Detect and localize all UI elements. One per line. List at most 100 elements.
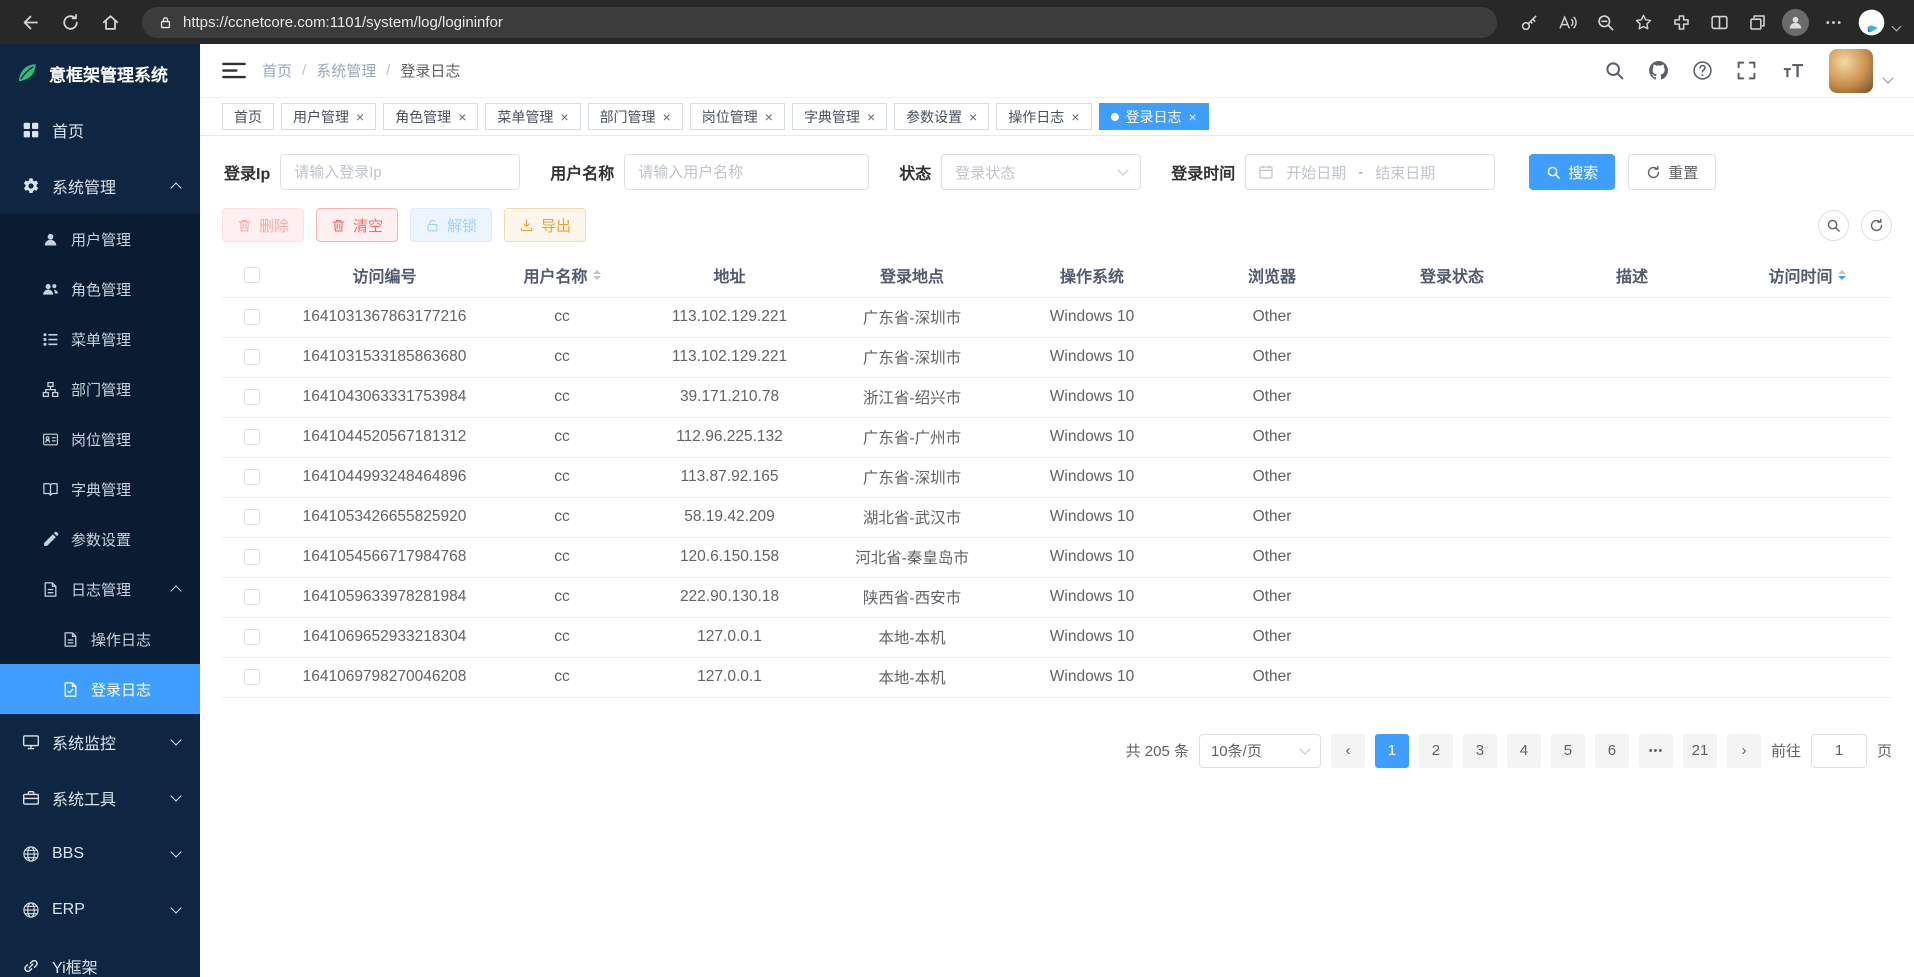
sidebar-item[interactable]: 登录日志 <box>0 664 200 714</box>
sidebar-item[interactable]: 首页 <box>0 102 200 158</box>
help-button[interactable] <box>1692 60 1713 81</box>
row-checkbox[interactable] <box>244 589 260 605</box>
prev-page-button[interactable]: ‹ <box>1331 734 1365 768</box>
export-button[interactable]: 导出 <box>504 208 586 242</box>
sidebar-item[interactable]: 用户管理 <box>0 214 200 264</box>
close-icon[interactable]: × <box>1189 110 1197 124</box>
browser-menu-button[interactable] <box>1815 5 1851 39</box>
sidebar-item[interactable]: Yi框架 <box>0 938 200 977</box>
close-icon[interactable]: × <box>663 110 671 124</box>
user-avatar[interactable] <box>1829 49 1873 93</box>
tab[interactable]: 字典管理 × <box>792 103 887 130</box>
breadcrumb-item[interactable]: 首页 <box>262 60 292 81</box>
browser-refresh-button[interactable] <box>52 5 88 39</box>
row-checkbox[interactable] <box>244 309 260 325</box>
page-button[interactable]: ••• <box>1639 734 1673 768</box>
tab[interactable]: 部门管理 × <box>588 103 683 130</box>
reset-button[interactable]: 重置 <box>1628 154 1716 190</box>
tab[interactable]: 菜单管理 × <box>485 103 580 130</box>
page-button[interactable]: 4 <box>1507 734 1541 768</box>
copilot-bing-button[interactable] <box>1853 5 1889 39</box>
row-checkbox[interactable] <box>244 669 260 685</box>
tab[interactable]: 岗位管理 × <box>690 103 785 130</box>
login-log-icon <box>62 681 79 698</box>
page-button[interactable]: 2 <box>1419 734 1453 768</box>
sort-carets-icon[interactable] <box>1838 266 1846 284</box>
sidebar-item[interactable]: 参数设置 <box>0 514 200 564</box>
close-icon[interactable]: × <box>867 110 875 124</box>
toggle-search-button[interactable] <box>1818 210 1849 241</box>
row-checkbox[interactable] <box>244 549 260 565</box>
next-page-button[interactable]: › <box>1727 734 1761 768</box>
login-ip-input[interactable] <box>280 154 520 190</box>
fullscreen-button[interactable] <box>1736 60 1757 81</box>
date-range-picker[interactable]: 开始日期 - 结束日期 <box>1245 154 1495 190</box>
close-icon[interactable]: × <box>765 110 773 124</box>
close-icon[interactable]: × <box>356 110 364 124</box>
goto-page-input[interactable] <box>1811 734 1867 768</box>
status-select[interactable]: 登录状态 <box>941 154 1141 190</box>
page-button[interactable]: 5 <box>1551 734 1585 768</box>
close-icon[interactable]: × <box>458 110 466 124</box>
split-screen-button[interactable] <box>1701 5 1737 39</box>
font-size-button[interactable] <box>1780 60 1806 81</box>
tab[interactable]: 操作日志 × <box>996 103 1091 130</box>
sidebar-item[interactable]: 系统工具 <box>0 770 200 826</box>
header-search-button[interactable] <box>1604 60 1625 81</box>
row-checkbox[interactable] <box>244 349 260 365</box>
chevron-down-icon[interactable] <box>1882 72 1893 83</box>
tab[interactable]: 用户管理 × <box>281 103 376 130</box>
unlock-button[interactable]: 解锁 <box>410 208 492 242</box>
row-checkbox[interactable] <box>244 629 260 645</box>
password-key-button[interactable] <box>1511 5 1547 39</box>
sort-carets-icon[interactable] <box>593 266 601 284</box>
zoom-button[interactable] <box>1587 5 1623 39</box>
address-bar[interactable]: https://ccnetcore.com:1101/system/log/lo… <box>142 7 1497 38</box>
read-aloud-button[interactable] <box>1549 5 1585 39</box>
page-button[interactable]: 1 <box>1375 734 1409 768</box>
cell-login-location: 河北省-秦皇岛市 <box>822 537 1002 577</box>
breadcrumb-item[interactable]: 系统管理 <box>316 60 376 81</box>
favorites-button[interactable] <box>1625 5 1661 39</box>
sidebar-item[interactable]: 字典管理 <box>0 464 200 514</box>
page-button[interactable]: 3 <box>1463 734 1497 768</box>
sidebar-item[interactable]: 操作日志 <box>0 614 200 664</box>
search-button[interactable]: 搜索 <box>1529 154 1615 190</box>
row-checkbox[interactable] <box>244 389 260 405</box>
github-button[interactable] <box>1648 60 1669 81</box>
sidebar-item[interactable]: ERP <box>0 882 200 938</box>
sidebar-item[interactable]: BBS <box>0 826 200 882</box>
delete-button[interactable]: 删除 <box>222 208 304 242</box>
sidebar-item[interactable]: 日志管理 <box>0 564 200 614</box>
page-button[interactable]: 6 <box>1595 734 1629 768</box>
sidebar-item[interactable]: 岗位管理 <box>0 414 200 464</box>
sidebar-item[interactable]: 系统监控 <box>0 714 200 770</box>
extensions-button[interactable] <box>1663 5 1699 39</box>
row-checkbox[interactable] <box>244 469 260 485</box>
close-icon[interactable]: × <box>1071 110 1079 124</box>
sidebar-item[interactable]: 系统管理 <box>0 158 200 214</box>
browser-back-button[interactable] <box>12 5 48 39</box>
sidebar-item[interactable]: 角色管理 <box>0 264 200 314</box>
user-name-input[interactable] <box>624 154 869 190</box>
tab[interactable]: 登录日志 × <box>1099 103 1209 130</box>
row-checkbox[interactable] <box>244 509 260 525</box>
chevron-down-icon[interactable] <box>1892 21 1902 31</box>
close-icon[interactable]: × <box>969 110 977 124</box>
sidebar-item[interactable]: 部门管理 <box>0 364 200 414</box>
page-size-select[interactable]: 10条/页 <box>1199 734 1321 768</box>
collections-button[interactable] <box>1739 5 1775 39</box>
refresh-table-button[interactable] <box>1861 210 1892 241</box>
close-icon[interactable]: × <box>560 110 568 124</box>
browser-profile-button[interactable] <box>1777 5 1813 39</box>
row-checkbox[interactable] <box>244 429 260 445</box>
select-all-checkbox[interactable] <box>244 267 260 283</box>
tab[interactable]: 首页 × <box>222 103 274 130</box>
sidebar-item[interactable]: 菜单管理 <box>0 314 200 364</box>
tab[interactable]: 角色管理 × <box>383 103 478 130</box>
tab[interactable]: 参数设置 × <box>894 103 989 130</box>
browser-home-button[interactable] <box>92 5 128 39</box>
collapse-sidebar-button[interactable] <box>222 61 246 80</box>
clear-button[interactable]: 清空 <box>316 208 398 242</box>
page-button[interactable]: 21 <box>1683 734 1717 768</box>
